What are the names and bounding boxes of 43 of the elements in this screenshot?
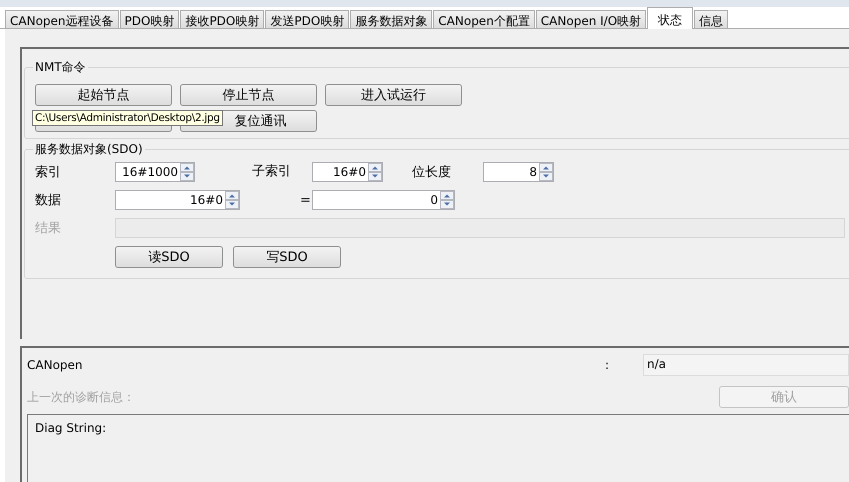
field-label: 数据: [35, 192, 62, 209]
tab[interactable]: CANopen I/O映射: [536, 10, 646, 28]
tab[interactable]: 接收PDO映射: [180, 10, 264, 28]
spin-field[interactable]: 16#0: [312, 162, 383, 182]
sdo-button[interactable]: 写SDO: [233, 246, 341, 268]
spin-arrows-icon[interactable]: [539, 163, 553, 181]
group-title: NMT命令: [34, 59, 87, 76]
tooltip: C:\Users\Administrator\Desktop\2.jpg: [32, 110, 223, 126]
tab[interactable]: CANopen远程设备: [5, 10, 119, 28]
diagnosis-text: Diag String:: [35, 421, 106, 435]
spin-arrows-icon[interactable]: [368, 163, 382, 181]
spin-arrows-icon[interactable]: [180, 163, 194, 181]
tab[interactable]: CANopen个配置: [433, 10, 535, 28]
equals-sign: =: [300, 192, 311, 208]
spin-input[interactable]: 16#1000: [116, 163, 180, 181]
tab[interactable]: 信息: [694, 10, 728, 28]
spin-field[interactable]: 8: [483, 162, 554, 182]
spin-arrows-icon[interactable]: [225, 191, 239, 209]
spin-field[interactable]: 0: [312, 190, 455, 210]
spin-field[interactable]: 16#0: [115, 190, 240, 210]
colon: :: [605, 358, 610, 372]
status-label: CANopen: [27, 358, 84, 372]
spin-input[interactable]: 8: [484, 163, 539, 181]
nmt-button[interactable]: 起始节点: [35, 84, 172, 106]
tab[interactable]: 服务数据对象: [350, 10, 432, 28]
field-label: 位长度: [412, 164, 451, 181]
tab[interactable]: 状态: [647, 7, 694, 29]
status-value: n/a: [643, 354, 849, 376]
sdo-button[interactable]: 读SDO: [115, 246, 223, 268]
spin-input[interactable]: 0: [313, 191, 440, 209]
group-title: 服务数据对象(SDO): [34, 141, 144, 158]
field-label: 子索引: [252, 163, 291, 181]
spin-arrows-icon[interactable]: [440, 191, 454, 209]
tab[interactable]: PDO映射: [120, 10, 180, 28]
nmt-button[interactable]: 进入试运行: [325, 84, 462, 106]
spin-input[interactable]: 16#0: [116, 191, 225, 209]
diagnosis-label: 上一次的诊断信息：: [27, 388, 135, 406]
field-label: 索引: [35, 164, 62, 181]
field-label: 结果: [35, 220, 62, 237]
tab[interactable]: 发送PDO映射: [265, 10, 350, 28]
spin-field[interactable]: 16#1000: [115, 162, 195, 182]
spin-input[interactable]: 16#0: [313, 163, 368, 181]
nmt-button[interactable]: 停止节点: [180, 84, 317, 106]
